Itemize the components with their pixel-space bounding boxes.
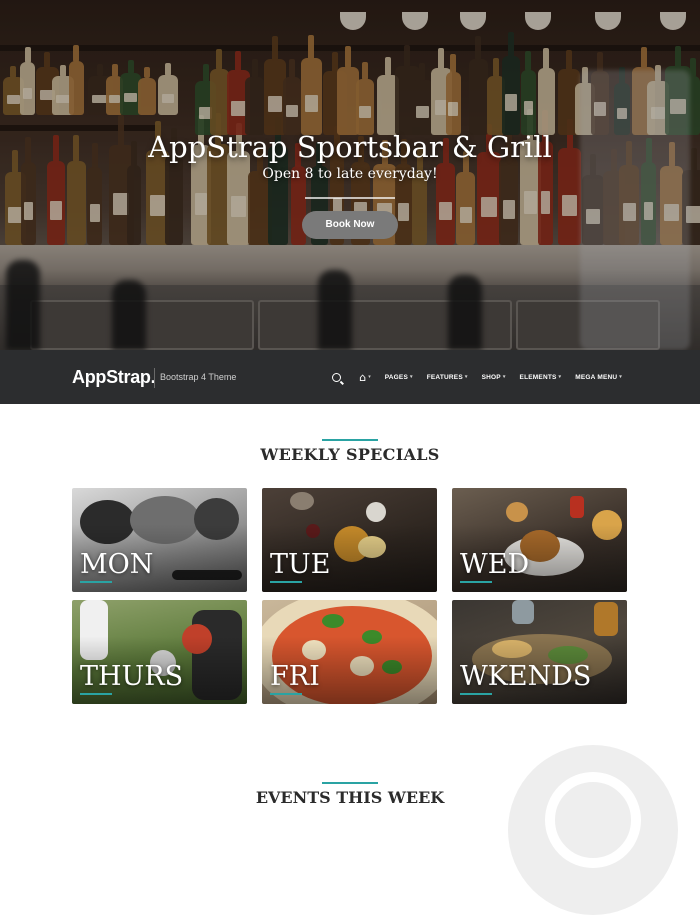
- chevron-down-icon: ▾: [558, 374, 562, 380]
- search-icon[interactable]: [332, 372, 345, 382]
- special-card-mon[interactable]: MON: [72, 488, 247, 592]
- wordpress-logo-ring: [545, 772, 641, 868]
- section-title-events: EVENTS THIS WEEK: [255, 788, 445, 807]
- book-now-button[interactable]: Book Now: [302, 211, 398, 239]
- nav-item-mega-menu[interactable]: MEGA MENU ▾: [575, 374, 622, 381]
- accent-bar: [460, 693, 492, 695]
- hero-subtitle: Open 8 to late everyday!: [262, 166, 438, 182]
- nav-item-features[interactable]: FEATURES ▾: [427, 374, 468, 381]
- chevron-down-icon: ▾: [619, 374, 622, 380]
- section-divider: [322, 439, 378, 441]
- brand-tagline: Bootstrap 4 Theme: [160, 372, 237, 382]
- special-day-label: WED: [460, 549, 530, 580]
- accent-bar: [80, 581, 112, 583]
- accent-bar: [270, 693, 302, 695]
- special-day-label: TUE: [270, 549, 331, 580]
- nav-item-shop[interactable]: SHOP ▾: [482, 374, 506, 381]
- section-divider: [322, 782, 378, 784]
- chevron-down-icon: ▾: [410, 374, 413, 380]
- special-card-wkends[interactable]: WKENDS: [452, 600, 627, 704]
- special-day-label: FRI: [270, 661, 320, 692]
- nav-item-elements[interactable]: ELEMENTS ▾: [520, 374, 562, 381]
- main-navbar: AppStrap. Bootstrap 4 Theme ⌂ ▾ PAGES ▾ FE…: [0, 350, 700, 404]
- special-day-label: MON: [80, 549, 154, 580]
- accent-bar: [270, 581, 302, 583]
- brand-logo[interactable]: AppStrap.: [72, 367, 156, 388]
- accent-bar: [80, 693, 112, 695]
- brand-divider: [154, 368, 155, 388]
- special-card-tue[interactable]: TUE: [262, 488, 437, 592]
- chevron-down-icon: ▾: [464, 374, 468, 380]
- special-card-wed[interactable]: WED: [452, 488, 627, 592]
- hero-divider: [305, 197, 395, 199]
- special-card-thurs[interactable]: THURS: [72, 600, 247, 704]
- nav-menu: ⌂ ▾ PAGES ▾ FEATURES ▾ SHOP ▾ ELEMENTS ▾ MEGA…: [332, 350, 622, 404]
- hero-banner: AppStrap Sportsbar & Grill Open 8 to lat…: [0, 0, 700, 350]
- section-title-specials: WEEKLY SPECIALS: [260, 445, 440, 464]
- special-day-label: THURS: [80, 661, 184, 692]
- special-card-fri[interactable]: FRI: [262, 600, 437, 704]
- accent-bar: [460, 581, 492, 583]
- home-icon[interactable]: ⌂ ▾: [359, 371, 371, 384]
- special-day-label: WKENDS: [460, 661, 592, 692]
- chevron-down-icon: ▾: [502, 374, 506, 380]
- hero-title: AppStrap Sportsbar & Grill: [148, 130, 552, 164]
- nav-item-pages[interactable]: PAGES ▾: [385, 374, 413, 381]
